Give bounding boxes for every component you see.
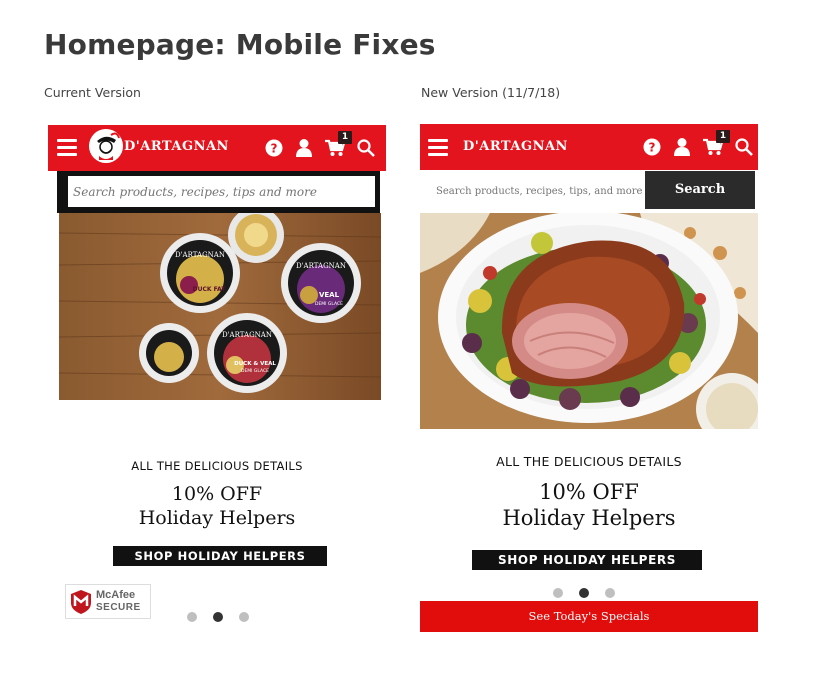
carousel-dot-2[interactable] (579, 588, 589, 598)
carousel-dot-1[interactable] (553, 588, 563, 598)
svg-text:D'ARTAGNAN: D'ARTAGNAN (175, 251, 225, 259)
brand-wordmark[interactable]: D'ARTAGNAN (124, 139, 229, 154)
offer-line-1: 10% OFF (539, 480, 639, 504)
help-icon[interactable]: ? (265, 139, 283, 161)
carousel-dot-1[interactable] (187, 612, 197, 622)
svg-text:VEAL: VEAL (319, 291, 340, 299)
search-input[interactable] (68, 176, 375, 207)
mcafee-shield-icon (71, 590, 91, 614)
carousel-dot-3[interactable] (239, 612, 249, 622)
hero-offer: 10% OFF Holiday Helpers (420, 479, 758, 531)
mcafee-secure-badge[interactable]: McAfee SECURE (65, 584, 151, 619)
search-icon[interactable] (735, 138, 753, 160)
search-bar: Search (420, 170, 758, 212)
svg-text:DEMI GLACE: DEMI GLACE (315, 301, 343, 307)
help-icon[interactable]: ? (643, 138, 661, 160)
offer-line-2: Holiday Helpers (502, 506, 676, 530)
offer-line-1: 10% OFF (171, 483, 263, 505)
new-version-mockup: D'ARTAGNAN ? 1 Search products, recipes,… (420, 124, 758, 634)
search-bar (57, 171, 380, 213)
site-header: D'ARTAGNAN ? 1 (48, 125, 386, 171)
carousel-dot-2[interactable] (213, 612, 223, 622)
current-version-mockup: D'ARTAGNAN ? 1 Search products, recipes,… (48, 125, 386, 625)
logo-musketeer-icon[interactable] (89, 129, 123, 163)
carousel-dots (553, 583, 631, 602)
user-icon[interactable] (673, 137, 691, 160)
user-icon[interactable] (295, 138, 313, 161)
cart-count-badge: 1 (716, 130, 730, 143)
brand-wordmark[interactable]: D'ARTAGNAN (463, 139, 568, 154)
svg-text:DUCK & VEAL: DUCK & VEAL (234, 361, 276, 367)
cart-count-badge: 1 (338, 131, 352, 144)
carousel-dots (187, 607, 265, 626)
search-icon[interactable] (357, 139, 375, 161)
hero-image-ham[interactable] (420, 213, 758, 429)
svg-text:?: ? (649, 141, 656, 155)
current-version-label: Current Version (44, 85, 141, 100)
page-title: Homepage: Mobile Fixes (44, 28, 436, 61)
mcafee-secure-text: SECURE (96, 602, 141, 613)
new-version-label: New Version (11/7/18) (421, 85, 561, 100)
mcafee-name: McAfee (96, 589, 136, 601)
hamburger-icon[interactable] (428, 139, 448, 156)
hamburger-icon[interactable] (57, 139, 77, 156)
shop-holiday-helpers-button[interactable]: SHOP HOLIDAY HELPERS (113, 546, 327, 566)
shop-holiday-helpers-button[interactable]: SHOP HOLIDAY HELPERS (472, 550, 702, 570)
todays-specials-button[interactable]: See Today's Specials (420, 601, 758, 632)
svg-text:DUCK FAT: DUCK FAT (193, 286, 227, 293)
hero-offer: 10% OFF Holiday Helpers (48, 482, 386, 530)
search-button[interactable]: Search (645, 171, 755, 209)
svg-text:DEMI GLACE: DEMI GLACE (241, 368, 269, 374)
svg-text:D'ARTAGNAN: D'ARTAGNAN (222, 331, 272, 339)
hero-subheading: ALL THE DELICIOUS DETAILS (496, 454, 682, 469)
hero-image-products[interactable]: D'ARTAGNAN DUCK FAT D'ARTAGNAN VEAL DEMI… (59, 213, 381, 400)
svg-text:?: ? (271, 142, 278, 156)
site-header: D'ARTAGNAN ? 1 (420, 124, 758, 170)
svg-text:D'ARTAGNAN: D'ARTAGNAN (296, 262, 346, 270)
search-input[interactable] (420, 171, 644, 211)
hero-subheading: ALL THE DELICIOUS DETAILS (131, 459, 303, 473)
offer-line-2: Holiday Helpers (138, 507, 296, 529)
carousel-dot-3[interactable] (605, 588, 615, 598)
